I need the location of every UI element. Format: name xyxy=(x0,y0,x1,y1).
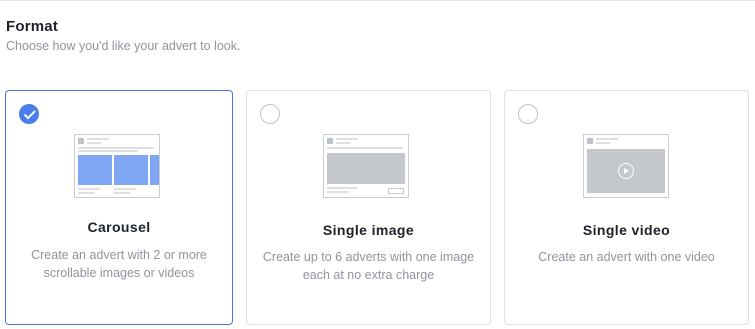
format-option-single-image[interactable]: Single image Create up to 6 adverts with… xyxy=(246,90,491,325)
carousel-preview-icon xyxy=(74,134,160,198)
single-video-preview-icon xyxy=(583,134,669,198)
format-option-carousel[interactable]: Carousel Create an advert with 2 or more… xyxy=(5,90,233,325)
section-title: Format xyxy=(6,18,59,35)
play-icon xyxy=(618,163,634,179)
format-option-single-video[interactable]: Single video Create an advert with one v… xyxy=(504,90,749,325)
section-subtitle: Choose how you'd like your advert to loo… xyxy=(6,39,241,53)
option-description: Create up to 6 adverts with one image ea… xyxy=(262,250,475,282)
radio-button[interactable] xyxy=(518,104,538,124)
radio-button[interactable] xyxy=(260,104,280,124)
option-description: Create an advert with 2 or more scrollab… xyxy=(31,248,207,280)
option-title: Single video xyxy=(582,222,671,238)
top-divider xyxy=(0,0,755,1)
option-title: Single image xyxy=(322,222,415,238)
option-description: Create an advert with one video xyxy=(538,250,715,264)
option-title: Carousel xyxy=(87,219,151,235)
check-icon[interactable] xyxy=(19,104,39,124)
single-image-preview-icon xyxy=(323,134,409,198)
